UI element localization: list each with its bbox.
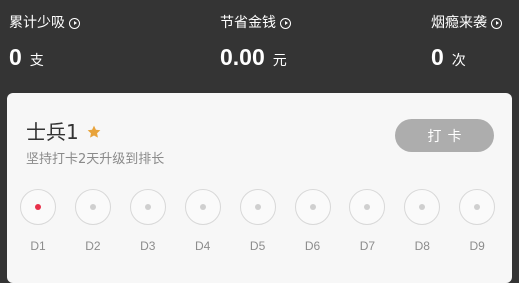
day-d2[interactable]: D2 — [74, 189, 111, 253]
stat-label: 烟瘾来袭 — [431, 15, 487, 31]
day-dot — [364, 204, 371, 210]
day-label: D1 — [30, 239, 46, 253]
day-dot-active — [35, 204, 41, 210]
day-circle[interactable] — [74, 189, 111, 225]
day-dot — [419, 204, 426, 210]
day-label: D8 — [414, 239, 430, 253]
day-label: D3 — [140, 239, 156, 253]
stat-cravings[interactable]: 烟瘾来袭 0 次 — [431, 13, 502, 70]
day-d1[interactable]: D1 — [20, 189, 56, 253]
day-label: D4 — [195, 239, 211, 253]
day-d3[interactable]: D3 — [129, 189, 166, 253]
day-dot — [254, 204, 261, 210]
stat-value: 0.00 — [220, 44, 265, 70]
day-label: D2 — [85, 239, 101, 253]
day-circle[interactable] — [349, 189, 386, 225]
rank-subtitle: 坚持打卡2天升级到排长 — [26, 152, 165, 167]
day-label: D9 — [469, 239, 485, 253]
info-arrow-icon[interactable] — [69, 17, 80, 29]
day-circle[interactable] — [404, 189, 441, 225]
day-dot — [144, 204, 151, 210]
day-d5[interactable]: D5 — [239, 189, 276, 253]
day-circle[interactable] — [20, 189, 56, 225]
stat-unit: 元 — [272, 53, 287, 69]
day-d7[interactable]: D7 — [349, 189, 386, 253]
day-label: D7 — [359, 239, 376, 253]
stat-value: 0 — [431, 44, 444, 70]
stat-money-saved[interactable]: 节省金钱 0.00 元 — [220, 13, 291, 70]
day-dot — [89, 204, 96, 210]
day-d8[interactable]: D8 — [404, 189, 441, 253]
day-circle[interactable] — [239, 189, 276, 225]
rank-title: 士兵1 — [26, 120, 79, 144]
day-circle[interactable] — [294, 189, 331, 225]
stat-label: 节省金钱 — [220, 15, 276, 31]
day-d9[interactable]: D9 — [459, 189, 496, 253]
info-arrow-icon[interactable] — [280, 17, 291, 29]
rank-card: 士兵1 坚持打卡2天升级到排长 打卡 D1 D2 D3 D4 D5 D6 D7 D8 D9 — [7, 93, 512, 283]
day-dot — [474, 204, 481, 210]
star-icon — [87, 125, 101, 138]
day-dot — [309, 204, 316, 210]
stat-unit: 次 — [451, 53, 466, 69]
stats-bar: 累计少吸 0 支 节省金钱 0.00 元 烟瘾来袭 0 次 — [0, 0, 519, 93]
stat-value: 0 — [9, 44, 22, 70]
day-d6[interactable]: D6 — [294, 189, 331, 253]
stat-unit: 支 — [29, 53, 44, 69]
day-label: D6 — [304, 239, 321, 253]
day-circle[interactable] — [459, 189, 496, 225]
checkin-button[interactable]: 打卡 — [395, 119, 494, 152]
info-arrow-icon[interactable] — [491, 17, 502, 29]
day-circle[interactable] — [184, 189, 221, 225]
day-circle[interactable] — [129, 189, 166, 225]
day-label: D5 — [249, 239, 266, 253]
stat-label: 累计少吸 — [9, 15, 65, 31]
rank-row: 士兵1 — [26, 120, 102, 144]
stat-cigarettes-avoided[interactable]: 累计少吸 0 支 — [9, 13, 80, 70]
day-dot — [199, 204, 206, 210]
day-d4[interactable]: D4 — [184, 189, 221, 253]
